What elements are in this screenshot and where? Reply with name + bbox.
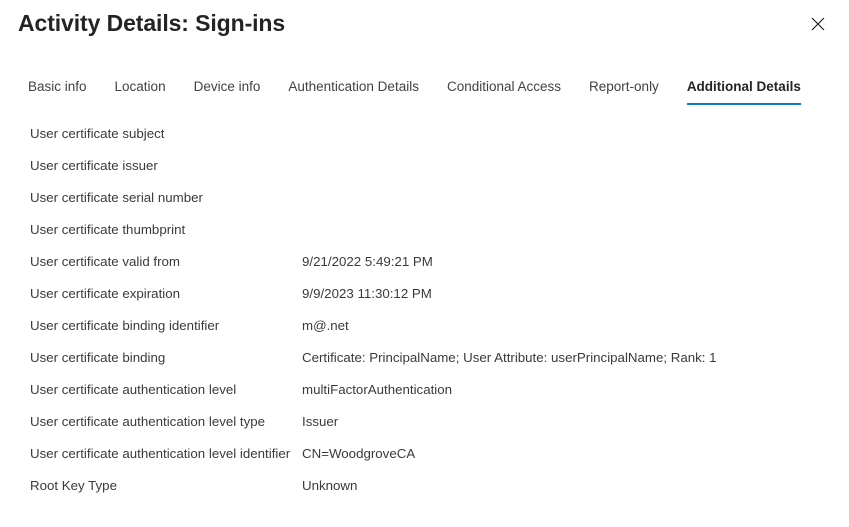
tab-additional-details[interactable]: Additional Details — [686, 78, 801, 105]
tab-label: Basic info — [28, 79, 87, 94]
detail-label: User certificate authentication level id… — [30, 446, 291, 461]
panel-header: Activity Details: Sign-ins — [0, 0, 849, 62]
detail-row: User certificate issuer — [0, 150, 849, 182]
activity-details-panel: Activity Details: Sign-ins Basic info Lo… — [0, 0, 849, 527]
tab-label: Additional Details — [686, 79, 801, 94]
detail-label: User certificate thumbprint — [30, 222, 186, 237]
close-icon — [811, 17, 825, 31]
tab-device-info[interactable]: Device info — [194, 78, 261, 105]
close-button[interactable] — [805, 11, 831, 37]
detail-label: User certificate issuer — [30, 158, 158, 173]
tab-label: Device info — [193, 79, 261, 94]
tab-label: Conditional Access — [446, 79, 562, 94]
detail-row: User certificate authentication level ty… — [0, 406, 849, 438]
tab-strip: Basic info Location Device info Authenti… — [0, 78, 849, 108]
tab-label: Report-only — [589, 79, 659, 94]
detail-row: Root Key Type Unknown — [0, 470, 849, 502]
detail-label: User certificate expiration — [30, 286, 181, 301]
detail-row: User certificate binding identifier m@.n… — [0, 310, 849, 342]
detail-value: multiFactorAuthentication — [302, 382, 453, 397]
tab-label: Authentication Details — [288, 79, 419, 94]
detail-value: 9/21/2022 5:49:21 PM — [302, 254, 433, 269]
tab-conditional-access[interactable]: Conditional Access — [447, 78, 561, 105]
tab-location[interactable]: Location — [115, 78, 166, 105]
detail-value: Certificate: PrincipalName; User Attribu… — [302, 350, 717, 365]
page-title: Activity Details: Sign-ins — [18, 10, 286, 36]
detail-label: User certificate authentication level ty… — [30, 414, 266, 429]
detail-value: m@.net — [302, 318, 349, 333]
detail-row: User certificate authentication level mu… — [0, 374, 849, 406]
detail-value: CN=WoodgroveCA — [302, 446, 416, 461]
detail-row: User certificate valid from 9/21/2022 5:… — [0, 246, 849, 278]
detail-value: 9/9/2023 11:30:12 PM — [302, 286, 432, 301]
detail-label: User certificate serial number — [30, 190, 203, 205]
detail-row: User certificate thumbprint — [0, 214, 849, 246]
detail-value: Unknown — [302, 478, 358, 493]
detail-row: User certificate authentication level id… — [0, 438, 849, 470]
tab-basic-info[interactable]: Basic info — [28, 78, 87, 105]
detail-label: User certificate subject — [30, 126, 165, 141]
detail-row: User certificate subject — [0, 118, 849, 150]
detail-value: Issuer — [302, 414, 339, 429]
detail-row: User certificate binding Certificate: Pr… — [0, 342, 849, 374]
detail-row: User certificate expiration 9/9/2023 11:… — [0, 278, 849, 310]
additional-details-list: User certificate subject User certificat… — [0, 118, 849, 502]
detail-row: User certificate serial number — [0, 182, 849, 214]
detail-label: User certificate authentication level — [30, 382, 237, 397]
tab-label: Location — [114, 79, 166, 94]
tab-report-only[interactable]: Report-only — [589, 78, 659, 105]
detail-label: User certificate valid from — [30, 254, 180, 269]
detail-label: Root Key Type — [30, 478, 117, 493]
detail-label: User certificate binding identifier — [30, 318, 220, 333]
tab-authentication-details[interactable]: Authentication Details — [288, 78, 419, 105]
detail-label: User certificate binding — [30, 350, 166, 365]
